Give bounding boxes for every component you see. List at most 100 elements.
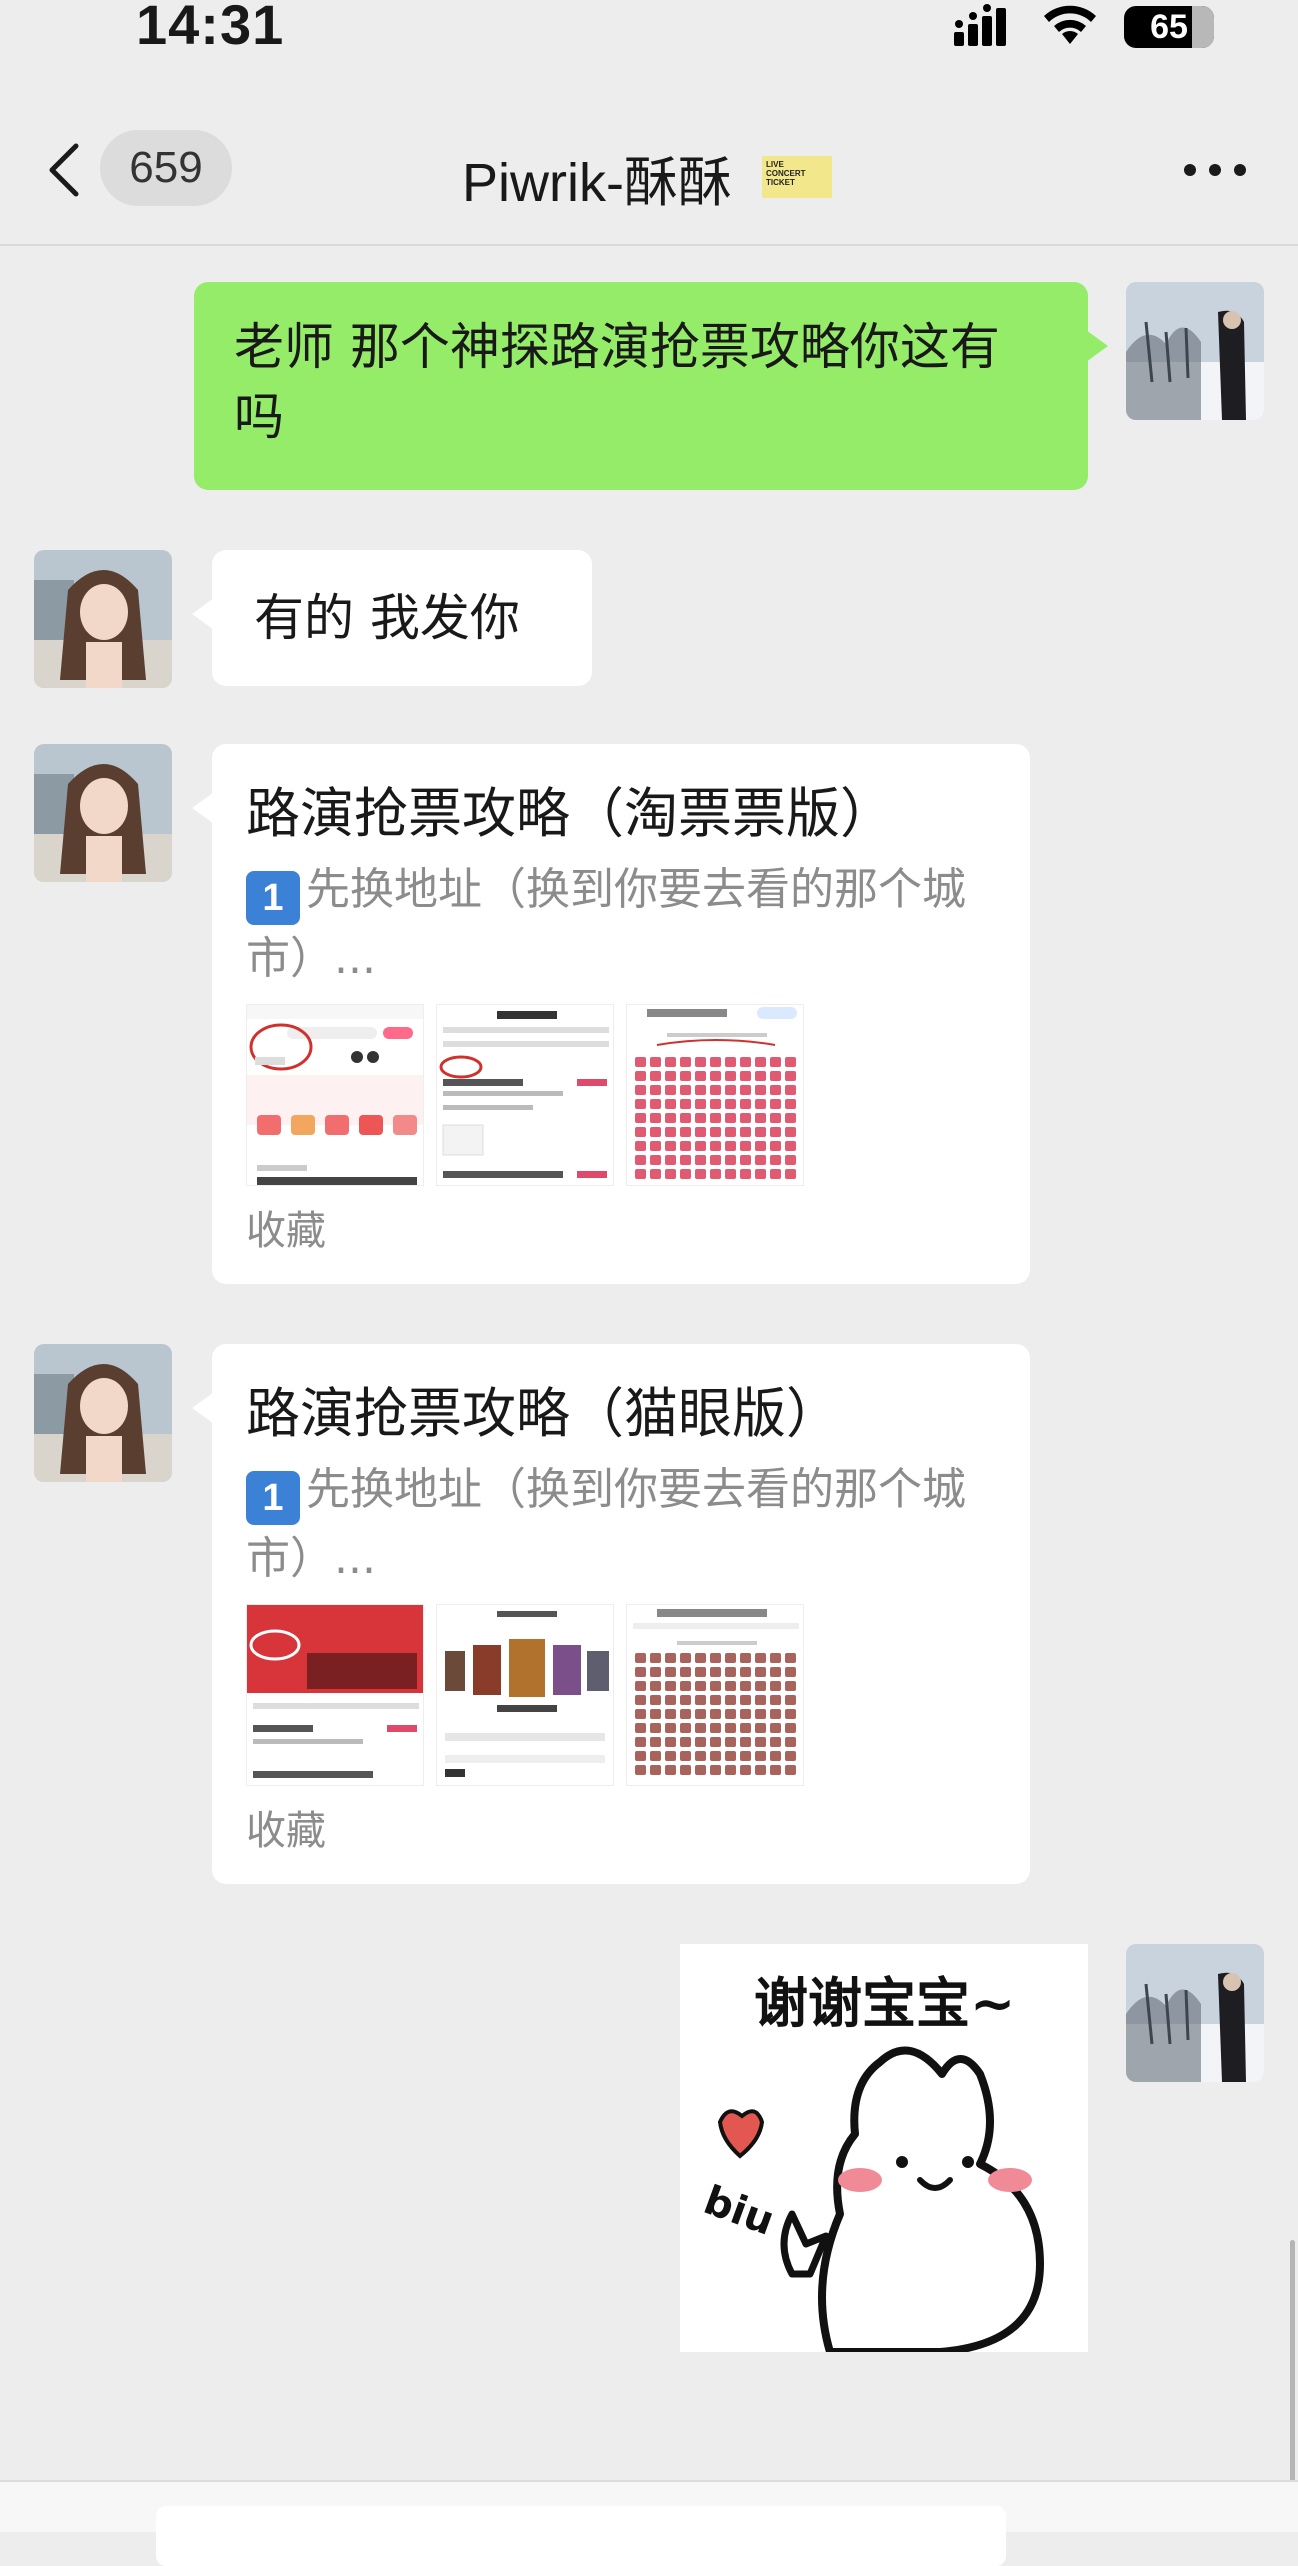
seat-cell — [650, 1765, 661, 1775]
seat-cell — [650, 1127, 661, 1137]
seat-cell — [680, 1737, 691, 1747]
seat-cell — [650, 1653, 661, 1663]
received-message-bubble[interactable]: 有的 我发你 — [192, 550, 592, 686]
seat-cell — [650, 1169, 661, 1179]
seat-cell — [695, 1099, 706, 1109]
card-source-label: 收藏 — [246, 1808, 326, 1854]
note-card-taopiaopiao[interactable]: 路演抢票攻略（淘票票版） 1 先换地址（换到你要去看的那个城市）... 收藏 — [192, 744, 1030, 1284]
more-dots-icon[interactable] — [1180, 150, 1250, 190]
seat-cell — [725, 1085, 736, 1095]
seat-cell — [695, 1141, 706, 1151]
seat-cell — [695, 1765, 706, 1775]
back-chevron-icon[interactable] — [44, 140, 84, 200]
seat-cell — [755, 1737, 766, 1747]
seat-cell — [725, 1737, 736, 1747]
seat-cell — [770, 1737, 781, 1747]
seat-cell — [755, 1653, 766, 1663]
seat-cell — [650, 1085, 661, 1095]
seat-cell — [725, 1155, 736, 1165]
seat-cell — [665, 1751, 676, 1761]
seat-cell — [665, 1723, 676, 1733]
seat-cell — [665, 1057, 676, 1067]
contact-avatar[interactable] — [34, 550, 172, 688]
seat-cell — [635, 1653, 646, 1663]
contact-avatar[interactable] — [34, 744, 172, 882]
seat-cell — [695, 1071, 706, 1081]
seat-cell — [740, 1723, 751, 1733]
seat-cell — [680, 1723, 691, 1733]
seat-cell — [695, 1723, 706, 1733]
seat-cell — [710, 1099, 721, 1109]
seat-cell — [680, 1099, 691, 1109]
seat-cell — [665, 1681, 676, 1691]
seat-cell — [740, 1127, 751, 1137]
seat-cell — [650, 1667, 661, 1677]
seat-cell — [695, 1085, 706, 1095]
seat-cell — [635, 1169, 646, 1179]
seat-cell — [680, 1057, 691, 1067]
seat-cell — [650, 1737, 661, 1747]
seat-cell — [725, 1653, 736, 1663]
seat-cell — [770, 1751, 781, 1761]
seat-cell — [665, 1155, 676, 1165]
seat-cell — [785, 1737, 796, 1747]
battery-percent: 65 — [1150, 8, 1188, 46]
seat-cell — [710, 1113, 721, 1123]
seat-cell — [725, 1141, 736, 1151]
seat-cell — [740, 1099, 751, 1109]
seat-cell — [665, 1737, 676, 1747]
seat-cell — [725, 1667, 736, 1677]
seat-cell — [665, 1071, 676, 1081]
my-avatar[interactable] — [1126, 282, 1264, 420]
seat-cell — [770, 1723, 781, 1733]
keycap-one-emoji: 1 — [246, 1471, 300, 1525]
bunny-thanks-sticker[interactable]: 谢谢宝宝~ biu — [680, 1944, 1088, 2352]
seat-cell — [725, 1695, 736, 1705]
seat-cell — [650, 1723, 661, 1733]
message-input[interactable] — [156, 2506, 1006, 2566]
seat-cell — [695, 1667, 706, 1677]
seat-cell — [695, 1653, 706, 1663]
seat-cell — [755, 1071, 766, 1081]
my-avatar[interactable] — [1126, 1944, 1264, 2082]
seat-cell — [785, 1723, 796, 1733]
seat-cell — [755, 1085, 766, 1095]
seat-cell — [680, 1709, 691, 1719]
seat-cell — [740, 1751, 751, 1761]
seat-cell — [755, 1695, 766, 1705]
seat-cell — [755, 1723, 766, 1733]
seat-cell — [725, 1113, 736, 1123]
seat-cell — [680, 1751, 691, 1761]
seat-cell — [740, 1765, 751, 1775]
seat-cell — [665, 1127, 676, 1137]
seat-cell — [635, 1099, 646, 1109]
seat-cell — [785, 1071, 796, 1081]
seat-cell — [710, 1737, 721, 1747]
seat-cell — [650, 1709, 661, 1719]
card-description: 1 先换地址（换到你要去看的那个城市）... — [246, 1456, 1006, 1593]
card-thumbnails — [246, 1004, 806, 1188]
seat-cell — [680, 1681, 691, 1691]
thumbnail-city-select — [246, 1004, 424, 1186]
seat-cell — [755, 1113, 766, 1123]
sent-message-bubble[interactable]: 老师 那个神探路演抢票攻略你这有吗 — [194, 282, 1108, 490]
seat-cell — [740, 1113, 751, 1123]
seat-cell — [710, 1667, 721, 1677]
unread-count-badge[interactable]: 659 — [100, 130, 232, 206]
seat-cell — [740, 1695, 751, 1705]
seat-cell — [650, 1155, 661, 1165]
status-bar: 14:31 65 — [0, 0, 1298, 60]
status-time: 14:31 — [136, 0, 285, 56]
seat-cell — [680, 1653, 691, 1663]
signal-icon — [954, 4, 1006, 46]
seat-cell — [695, 1113, 706, 1123]
note-card-maoyan[interactable]: 路演抢票攻略（猫眼版） 1 先换地址（换到你要去看的那个城市）... 收藏 — [192, 1344, 1030, 1884]
seat-cell — [680, 1169, 691, 1179]
seat-cell — [755, 1751, 766, 1761]
thumbnail-show-times — [436, 1604, 614, 1786]
card-description: 1 先换地址（换到你要去看的那个城市）... — [246, 856, 1006, 993]
thumbnail-city-select — [246, 1604, 424, 1786]
concert-ticket-emoji: LIVE CONCERT TICKET — [762, 156, 832, 198]
contact-avatar[interactable] — [34, 1344, 172, 1482]
seat-cell — [680, 1667, 691, 1677]
